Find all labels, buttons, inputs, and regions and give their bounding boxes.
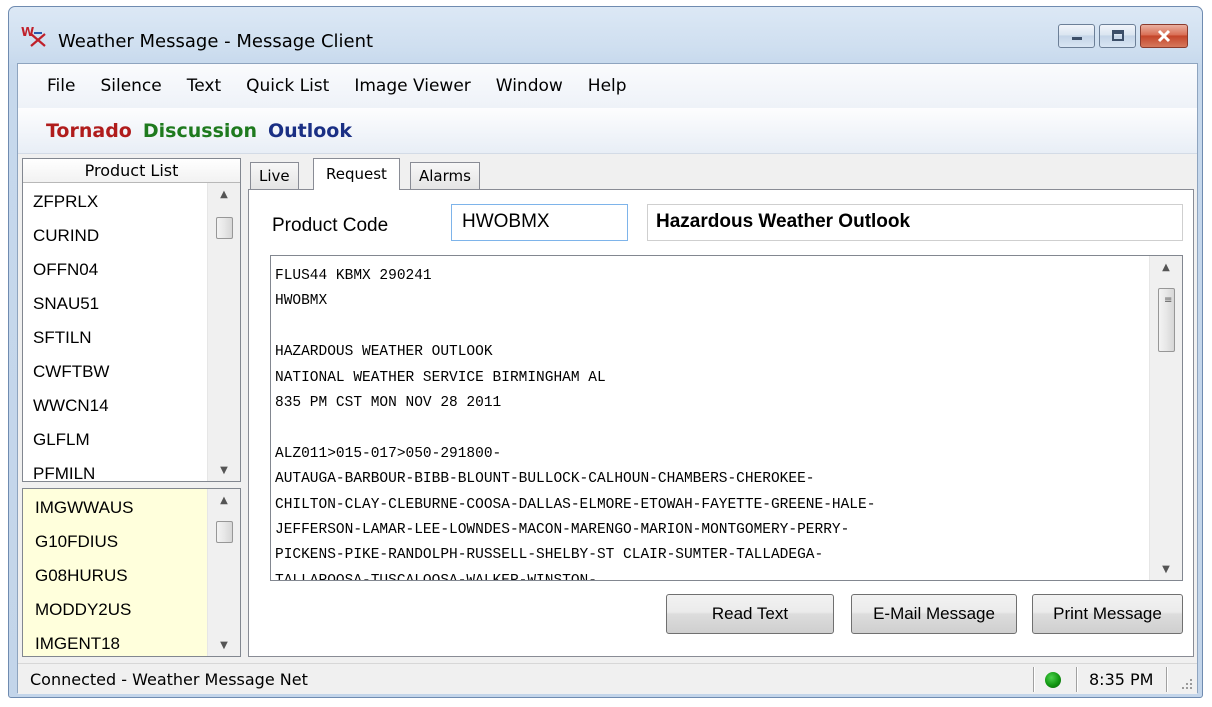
menu-file[interactable]: File <box>47 76 75 96</box>
product-list-header[interactable]: Product List <box>23 159 240 183</box>
status-text: Connected - Weather Message Net <box>30 670 308 689</box>
status-separator <box>1166 667 1168 692</box>
message-line: FLUS44 KBMX 290241 <box>275 268 432 284</box>
list-item[interactable]: IMGENT18 <box>23 625 207 656</box>
menu-help[interactable]: Help <box>588 76 627 96</box>
menu-quick-list[interactable]: Quick List <box>246 76 329 96</box>
scroll-up-icon[interactable]: ▲ <box>208 489 240 511</box>
message-line: PICKENS-PIKE-RANDOLPH-RUSSELL-SHELBY-ST … <box>275 547 824 564</box>
scroll-thumb[interactable] <box>216 217 233 239</box>
window-controls <box>1058 24 1188 48</box>
status-time: 8:35 PM <box>1089 670 1154 689</box>
message-line: 835 PM CST MON NOV 28 2011 <box>275 395 502 412</box>
message-line: AUTAUGA-BARBOUR-BIBB-BLOUNT-BULLOCK-CALH… <box>275 471 815 488</box>
list-item[interactable]: G10FDIUS <box>23 523 207 557</box>
scroll-down-icon[interactable]: ▼ <box>208 459 240 481</box>
product-list-scrollbar[interactable]: ▲ ▼ <box>207 183 240 481</box>
quick-list-bar: Tornado Discussion Outlook <box>18 108 1197 154</box>
message-scrollbar[interactable]: ▲ ≡ ▼ <box>1149 256 1182 580</box>
list-item[interactable]: SNAU51 <box>23 287 207 321</box>
product-code-label: Product Code <box>272 215 389 236</box>
menu-window[interactable]: Window <box>496 76 563 96</box>
list-item[interactable]: OFFN04 <box>23 253 207 287</box>
window-title: Weather Message - Message Client <box>58 31 374 52</box>
status-separator <box>1033 667 1035 692</box>
message-line: JEFFERSON-LAMAR-LEE-LOWNDES-MACON-MARENG… <box>275 522 850 539</box>
scroll-down-icon[interactable]: ▼ <box>1150 558 1182 580</box>
menu-silence[interactable]: Silence <box>100 76 161 96</box>
message-line: ALZ011>015-017>050-291800- <box>275 445 502 462</box>
message-line: TALLAPOOSA-TUSCALOOSA-WALKER-WINSTON- <box>275 569 1149 580</box>
quick-outlook[interactable]: Outlook <box>268 120 352 142</box>
message-line <box>275 416 1149 441</box>
client-area: File Silence Text Quick List Image Viewe… <box>17 63 1198 694</box>
quick-discussion[interactable]: Discussion <box>143 120 257 142</box>
list-item[interactable]: PFMILN <box>23 457 207 481</box>
product-list: Product List ZFPRLX CURIND OFFN04 SNAU51… <box>22 158 241 482</box>
product-code-input[interactable]: HWOBMX <box>451 204 628 241</box>
product-title-field: Hazardous Weather Outlook <box>647 204 1183 241</box>
list-item[interactable]: WWCN14 <box>23 389 207 423</box>
minimize-icon <box>1071 37 1082 40</box>
list-item[interactable]: MODDY2US <box>23 591 207 625</box>
tab-request[interactable]: Request <box>313 158 400 190</box>
image-list-items: IMGWWAUS G10FDIUS G08HURUS MODDY2US IMGE… <box>23 489 207 656</box>
message-line <box>275 315 1149 340</box>
scroll-up-icon[interactable]: ▲ <box>1150 256 1182 278</box>
scroll-up-icon[interactable]: ▲ <box>208 183 240 205</box>
quick-tornado[interactable]: Tornado <box>46 120 132 142</box>
product-list-items: ZFPRLX CURIND OFFN04 SNAU51 SFTILN CWFTB… <box>23 185 207 481</box>
resize-grip-icon[interactable] <box>1180 677 1194 691</box>
list-item[interactable]: ZFPRLX <box>23 185 207 219</box>
title-bar[interactable]: W Weather Message - Message Client <box>9 7 1202 63</box>
scroll-thumb[interactable] <box>216 521 233 543</box>
app-window: W Weather Message - Message Client File … <box>8 6 1203 698</box>
message-line: CHILTON-CLAY-CLEBURNE-COOSA-DALLAS-ELMOR… <box>275 496 876 513</box>
message-line: HAZARDOUS WEATHER OUTLOOK <box>275 344 493 361</box>
thumb-grip-icon: ≡ <box>1164 295 1173 306</box>
menu-image-viewer[interactable]: Image Viewer <box>354 76 470 96</box>
minimize-button[interactable] <box>1058 24 1095 48</box>
tab-alarms[interactable]: Alarms <box>410 162 480 190</box>
list-item[interactable]: GLFLM <box>23 423 207 457</box>
list-item[interactable]: CWFTBW <box>23 355 207 389</box>
status-separator <box>1076 667 1078 692</box>
request-panel: Product Code HWOBMX Hazardous Weather Ou… <box>248 189 1194 657</box>
email-message-button[interactable]: E-Mail Message <box>851 594 1017 634</box>
close-icon <box>1157 29 1171 43</box>
maximize-button[interactable] <box>1099 24 1136 48</box>
read-text-button[interactable]: Read Text <box>666 594 834 634</box>
list-item[interactable]: G08HURUS <box>23 557 207 591</box>
app-logo-icon: W <box>21 25 46 47</box>
tab-live[interactable]: Live <box>250 162 299 190</box>
menu-bar: File Silence Text Quick List Image Viewe… <box>18 64 1197 108</box>
scroll-down-icon[interactable]: ▼ <box>208 634 240 656</box>
scroll-thumb[interactable]: ≡ <box>1158 288 1175 352</box>
message-text-area[interactable]: FLUS44 KBMX 290241 HWOBMX HAZARDOUS WEATH… <box>270 255 1183 581</box>
menu-text[interactable]: Text <box>187 76 221 96</box>
list-item[interactable]: IMGWWAUS <box>23 489 207 523</box>
list-item[interactable]: SFTILN <box>23 321 207 355</box>
connection-status-icon <box>1045 672 1061 688</box>
message-line: HWOBMX <box>275 293 328 310</box>
close-button[interactable] <box>1140 24 1188 48</box>
status-bar: Connected - Weather Message Net 8:35 PM <box>18 663 1197 694</box>
image-list-scrollbar[interactable]: ▲ ▼ <box>207 489 240 656</box>
image-list: IMGWWAUS G10FDIUS G08HURUS MODDY2US IMGE… <box>22 488 241 657</box>
maximize-icon <box>1111 30 1124 41</box>
list-item[interactable]: CURIND <box>23 219 207 253</box>
message-line: NATIONAL WEATHER SERVICE BIRMINGHAM AL <box>275 369 606 386</box>
print-message-button[interactable]: Print Message <box>1032 594 1183 634</box>
message-text[interactable]: FLUS44 KBMX 290241 HWOBMX HAZARDOUS WEATH… <box>271 256 1149 580</box>
svg-text:W: W <box>21 25 34 39</box>
